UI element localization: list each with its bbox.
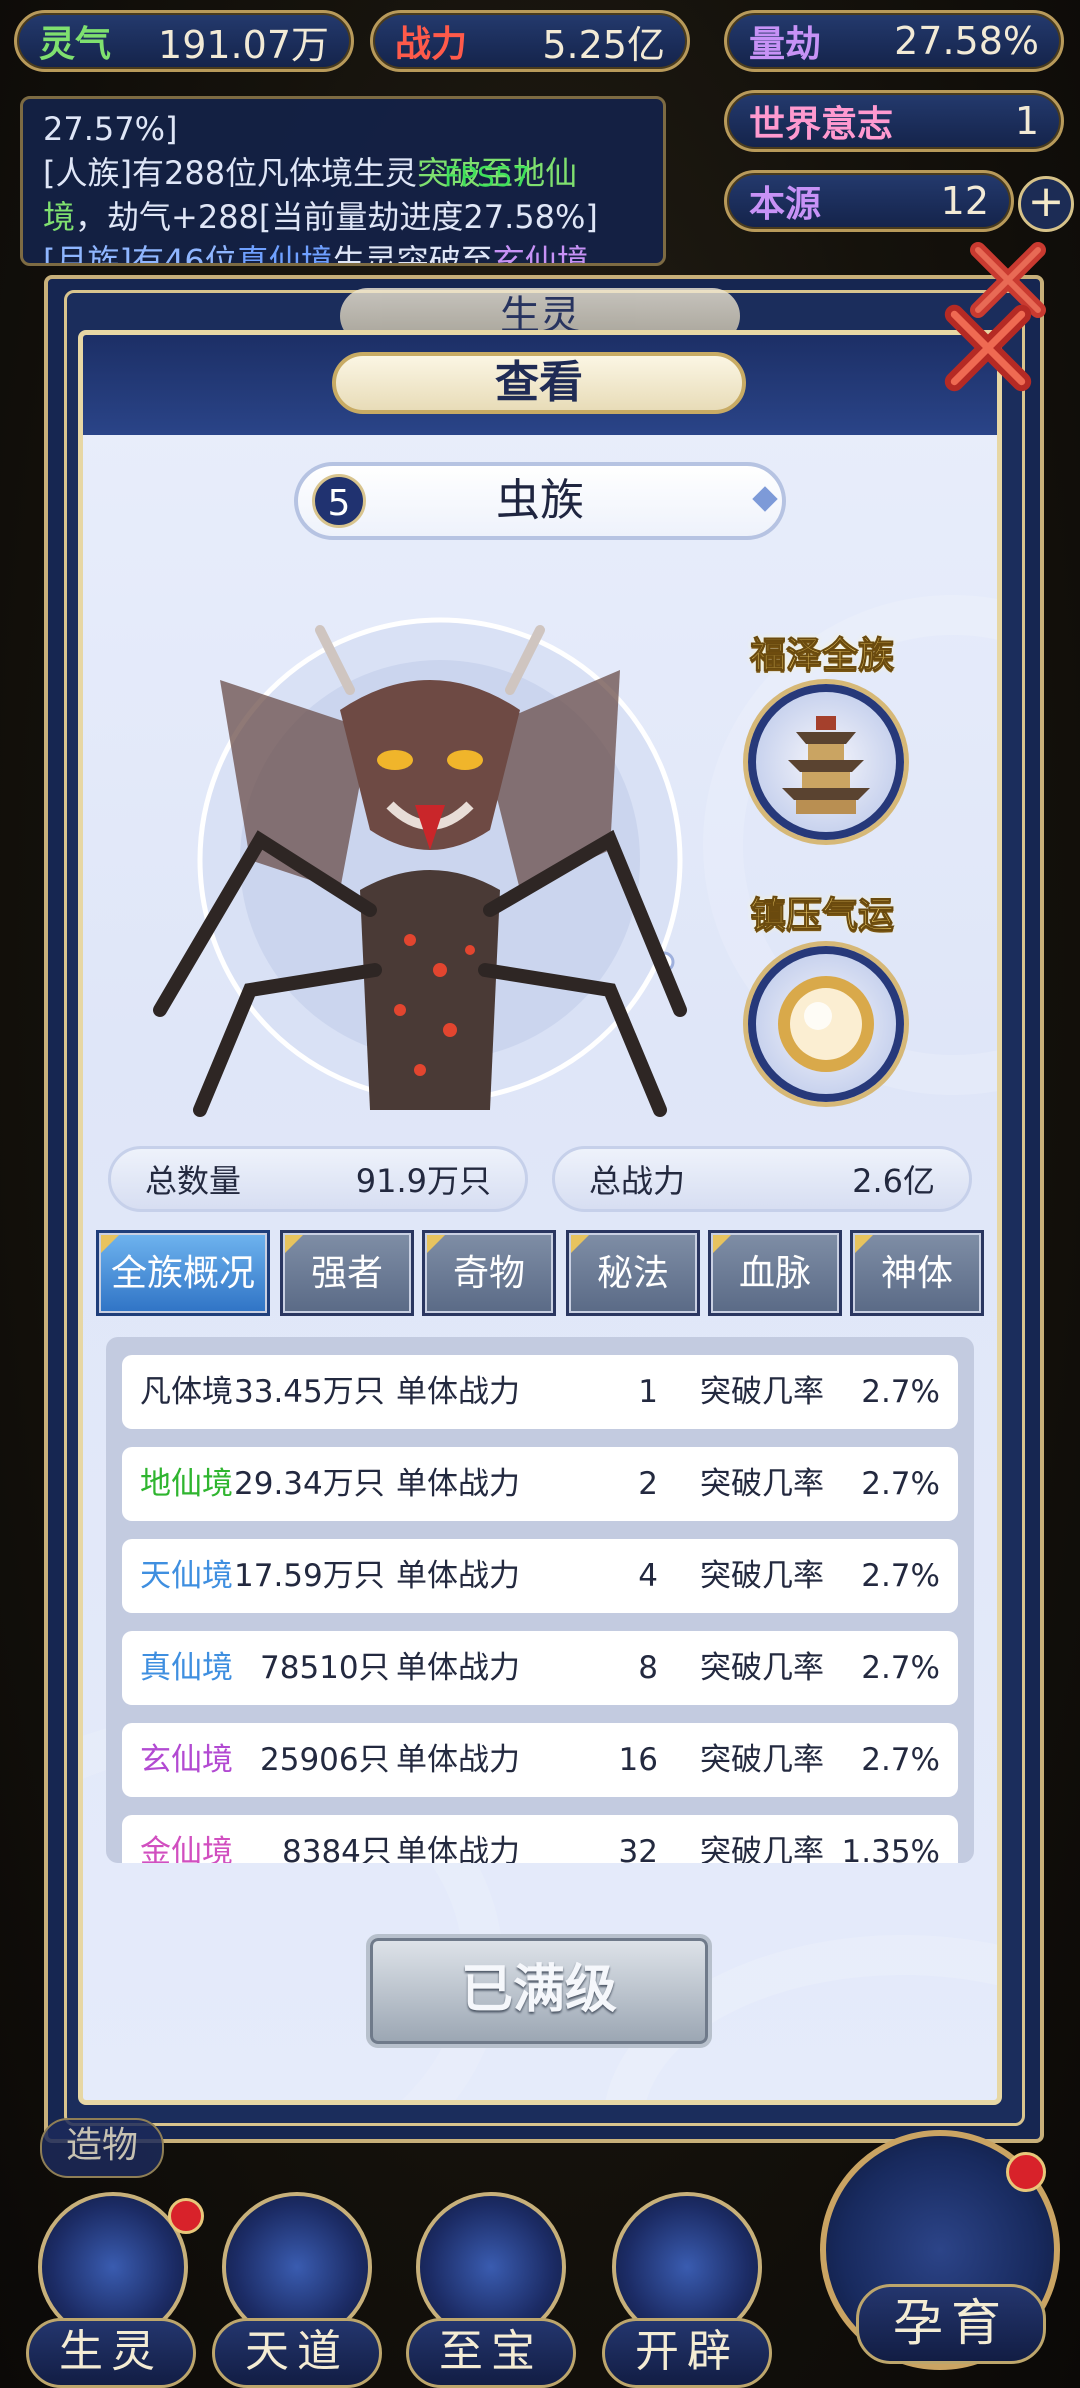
list-item: 天仙境 17.59万只 单体战力 4 突破几率 2.7%	[122, 1539, 958, 1613]
realm-list[interactable]: 凡体境 33.45万只 单体战力 1 突破几率 2.7% 地仙境 29.34万只…	[106, 1337, 974, 1863]
stat-value: 12	[940, 179, 989, 223]
tab-divine-body[interactable]: 神体	[850, 1230, 984, 1316]
race-selector[interactable]: 5 虫族	[294, 462, 786, 540]
stat-value: 5.25亿	[542, 22, 665, 67]
nav-nurture[interactable]: 孕育	[856, 2284, 1046, 2364]
add-benyuan-button[interactable]: +	[1018, 176, 1074, 232]
total-count-stat: 总数量 91.9万只	[108, 1146, 528, 1212]
fps-counter: FPS57	[444, 160, 531, 193]
notification-dot	[168, 2198, 204, 2234]
stat-label: 战力	[395, 23, 468, 65]
max-level-button[interactable]: 已满级	[366, 1934, 712, 2048]
race-name: 虫族	[496, 475, 584, 526]
dialog-title: 查看	[332, 352, 746, 414]
stat-zhanli: 战力 5.25亿	[370, 10, 690, 72]
blessing-medal[interactable]	[748, 684, 904, 840]
stat-label: 量劫	[749, 23, 822, 65]
stat-lingqi: 灵气 191.07万	[14, 10, 354, 72]
total-power-stat: 总战力 2.6亿	[552, 1146, 972, 1212]
nav-treasure[interactable]: 至宝	[406, 2318, 576, 2388]
log-line: [人族]有288位凡体境生灵突破至地仙	[43, 154, 578, 192]
notification-dot	[1006, 2152, 1046, 2192]
tab-secret-arts[interactable]: 秘法	[566, 1230, 700, 1316]
stat-liangjie: 量劫 27.58%	[724, 10, 1064, 72]
pagoda-icon	[782, 716, 870, 814]
golden-orb-icon	[778, 976, 874, 1072]
list-item: 真仙境 78510只 单体战力 8 突破几率 2.7%	[122, 1631, 958, 1705]
tab-elites[interactable]: 强者	[280, 1230, 414, 1316]
stat-value: 27.58%	[894, 19, 1039, 63]
list-item: 地仙境 29.34万只 单体战力 2 突破几率 2.7%	[122, 1447, 958, 1521]
stat-label: 本源	[749, 183, 822, 225]
log-line: 境，劫气+288[当前量劫进度27.58%]	[43, 198, 598, 236]
tab-artifacts[interactable]: 奇物	[422, 1230, 556, 1316]
tab-overview[interactable]: 全族概况	[96, 1230, 270, 1316]
list-item: 金仙境 8384只 单体战力 32 突破几率 1.35%	[122, 1815, 958, 1863]
total-power-label: 总战力	[589, 1162, 686, 1200]
suppress-fortune-label: 镇压气运	[749, 894, 895, 937]
close-icon[interactable]	[940, 300, 1036, 396]
stat-value: 191.07万	[158, 22, 329, 67]
insect-race-portrait	[153, 617, 687, 1117]
list-item: 玄仙境 25906只 单体战力 16 突破几率 2.7%	[122, 1723, 958, 1797]
stat-label: 世界意志	[749, 103, 894, 145]
creation-side-label[interactable]: 造物	[40, 2118, 164, 2178]
log-line: 27.57%]	[43, 110, 178, 148]
tab-bloodline[interactable]: 血脉	[708, 1230, 842, 1316]
blessing-label: 福泽全族	[749, 634, 895, 677]
stat-value: 1	[1014, 99, 1039, 143]
stat-label: 灵气	[39, 23, 112, 65]
total-count-label: 总数量	[145, 1162, 242, 1200]
total-count-value: 91.9万只	[355, 1162, 491, 1200]
nav-creatures[interactable]: 生灵	[26, 2318, 196, 2388]
nav-open[interactable]: 开辟	[602, 2318, 772, 2388]
stat-world-will: 世界意志 1	[724, 90, 1064, 152]
suppress-fortune-medal[interactable]	[748, 946, 904, 1102]
event-log[interactable]: 27.57%] [人族]有288位凡体境生灵突破至地仙 境，劫气+288[当前量…	[20, 96, 666, 266]
stat-benyuan: 本源 12	[724, 170, 1014, 232]
list-item: 凡体境 33.45万只 单体战力 1 突破几率 2.7%	[122, 1355, 958, 1429]
total-power-value: 2.6亿	[852, 1162, 935, 1200]
log-line: [月族]有46位真仙境生灵突破至玄仙境	[43, 242, 589, 266]
nav-heaven[interactable]: 天道	[212, 2318, 382, 2388]
